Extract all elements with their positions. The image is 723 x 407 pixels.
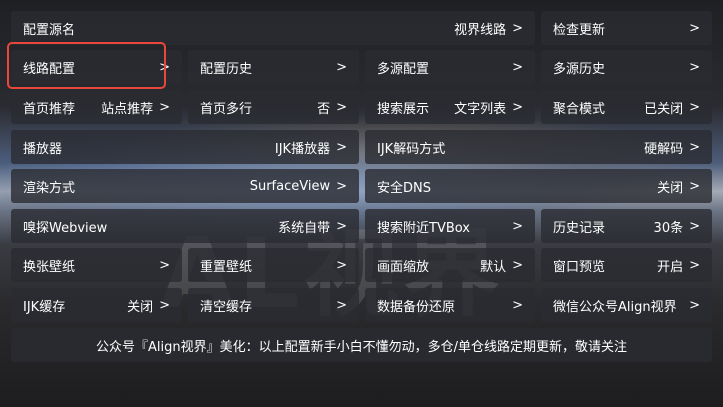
setting-value: 默认 — [480, 259, 507, 275]
setting-label: IJK缓存 — [23, 299, 66, 315]
chevron-right-icon: > — [689, 59, 700, 75]
setting-sniff-webview[interactable]: 嗅探Webview 系统自带 > — [11, 209, 359, 243]
setting-label: 搜索展示 — [377, 101, 430, 117]
setting-label: 清空缓存 — [200, 299, 253, 315]
setting-label: 线路配置 — [23, 61, 76, 77]
chevron-right-icon: > — [336, 139, 347, 155]
setting-label: 数据备份还原 — [377, 299, 456, 315]
setting-label: 检查更新 — [553, 22, 606, 38]
setting-ijk-cache[interactable]: IJK缓存 关闭 > — [11, 288, 182, 322]
chevron-right-icon: > — [159, 59, 170, 75]
setting-label: 多源历史 — [553, 61, 606, 77]
setting-value: 30条 — [653, 220, 684, 236]
setting-config-history[interactable]: 配置历史 > — [188, 50, 359, 84]
setting-value: 视界线路 — [454, 22, 507, 38]
setting-clear-cache[interactable]: 清空缓存 > — [188, 288, 359, 322]
setting-label: 配置源名 — [23, 22, 76, 38]
setting-value: IJK播放器 — [274, 141, 331, 157]
setting-label: 换张壁纸 — [23, 259, 76, 275]
chevron-right-icon: > — [512, 218, 523, 234]
setting-value: 否 — [317, 101, 331, 117]
chevron-right-icon: > — [689, 99, 700, 115]
chevron-right-icon: > — [689, 20, 700, 36]
chevron-right-icon: > — [512, 99, 523, 115]
chevron-right-icon: > — [336, 218, 347, 234]
setting-data-backup-restore[interactable]: 数据备份还原 > — [365, 288, 535, 322]
setting-config-source-name[interactable]: 配置源名 视界线路 > — [11, 11, 535, 45]
footer-notice-text: 公众号『Align视界』美化：以上配置新手小白不懂勿动，多仓/单仓线路定期更新，… — [96, 339, 627, 355]
setting-label: 首页推荐 — [23, 101, 76, 117]
setting-player[interactable]: 播放器 IJK播放器 > — [11, 130, 359, 164]
setting-label: 聚合模式 — [553, 101, 606, 117]
setting-route-config[interactable]: 线路配置 > — [11, 50, 182, 84]
setting-render-mode[interactable]: 渲染方式 SurfaceView > — [11, 169, 359, 203]
setting-label: 播放器 — [23, 141, 63, 157]
chevron-right-icon: > — [159, 297, 170, 313]
setting-history-records[interactable]: 历史记录 30条 > — [541, 209, 712, 243]
setting-label: 安全DNS — [377, 180, 431, 196]
chevron-right-icon: > — [336, 257, 347, 273]
setting-label: 嗅探Webview — [23, 220, 108, 236]
setting-secure-dns[interactable]: 安全DNS 关闭 > — [365, 169, 712, 203]
setting-value: 文字列表 — [454, 101, 507, 117]
setting-label: 历史记录 — [553, 220, 606, 236]
chevron-right-icon: > — [512, 257, 523, 273]
setting-value: SurfaceView — [249, 178, 331, 194]
setting-label: 多源配置 — [377, 61, 430, 77]
chevron-right-icon: > — [689, 139, 700, 155]
setting-window-preview[interactable]: 窗口预览 开启 > — [541, 248, 712, 282]
footer-notice: 公众号『Align视界』美化：以上配置新手小白不懂勿动，多仓/单仓线路定期更新，… — [11, 328, 712, 362]
chevron-right-icon: > — [336, 59, 347, 75]
chevron-right-icon: > — [689, 257, 700, 273]
chevron-right-icon: > — [159, 257, 170, 273]
setting-value: 系统自带 — [278, 220, 331, 236]
setting-search-nearby-tvbox[interactable]: 搜索附近TVBox > — [365, 209, 535, 243]
chevron-right-icon: > — [512, 297, 523, 313]
setting-wechat-official-account[interactable]: 微信公众号Align视界 > — [541, 288, 712, 322]
setting-home-multi-row[interactable]: 首页多行 否 > — [188, 90, 359, 124]
setting-reset-wallpaper[interactable]: 重置壁纸 > — [188, 248, 359, 282]
setting-label: 搜索附近TVBox — [377, 220, 470, 236]
chevron-right-icon: > — [689, 178, 700, 194]
setting-label: 配置历史 — [200, 61, 253, 77]
chevron-right-icon: > — [512, 59, 523, 75]
setting-value: 已关闭 — [644, 101, 684, 117]
setting-value: 开启 — [657, 259, 684, 275]
setting-change-wallpaper[interactable]: 换张壁纸 > — [11, 248, 182, 282]
setting-multi-source-config[interactable]: 多源配置 > — [365, 50, 535, 84]
setting-picture-scale[interactable]: 画面缩放 默认 > — [365, 248, 535, 282]
chevron-right-icon: > — [689, 218, 700, 234]
setting-label: 首页多行 — [200, 101, 253, 117]
setting-check-update[interactable]: 检查更新 > — [541, 11, 712, 45]
chevron-right-icon: > — [336, 297, 347, 313]
setting-value: 站点推荐 — [101, 101, 154, 117]
setting-label: 微信公众号Align视界 — [553, 299, 677, 315]
chevron-right-icon: > — [336, 178, 347, 194]
setting-label: 重置壁纸 — [200, 259, 253, 275]
chevron-right-icon: > — [336, 99, 347, 115]
setting-search-display[interactable]: 搜索展示 文字列表 > — [365, 90, 535, 124]
setting-value: 硬解码 — [644, 141, 684, 157]
setting-value: 关闭 — [127, 299, 154, 315]
setting-label: IJK解码方式 — [377, 141, 446, 157]
setting-home-recommend[interactable]: 首页推荐 站点推荐 > — [11, 90, 182, 124]
setting-multi-source-history[interactable]: 多源历史 > — [541, 50, 712, 84]
setting-label: 窗口预览 — [553, 259, 606, 275]
chevron-right-icon: > — [159, 99, 170, 115]
chevron-right-icon: > — [689, 297, 700, 313]
setting-ijk-decode[interactable]: IJK解码方式 硬解码 > — [365, 130, 712, 164]
setting-aggregate-mode[interactable]: 聚合模式 已关闭 > — [541, 90, 712, 124]
setting-value: 关闭 — [657, 180, 684, 196]
setting-label: 渲染方式 — [23, 180, 76, 196]
chevron-right-icon: > — [512, 20, 523, 36]
setting-label: 画面缩放 — [377, 259, 430, 275]
